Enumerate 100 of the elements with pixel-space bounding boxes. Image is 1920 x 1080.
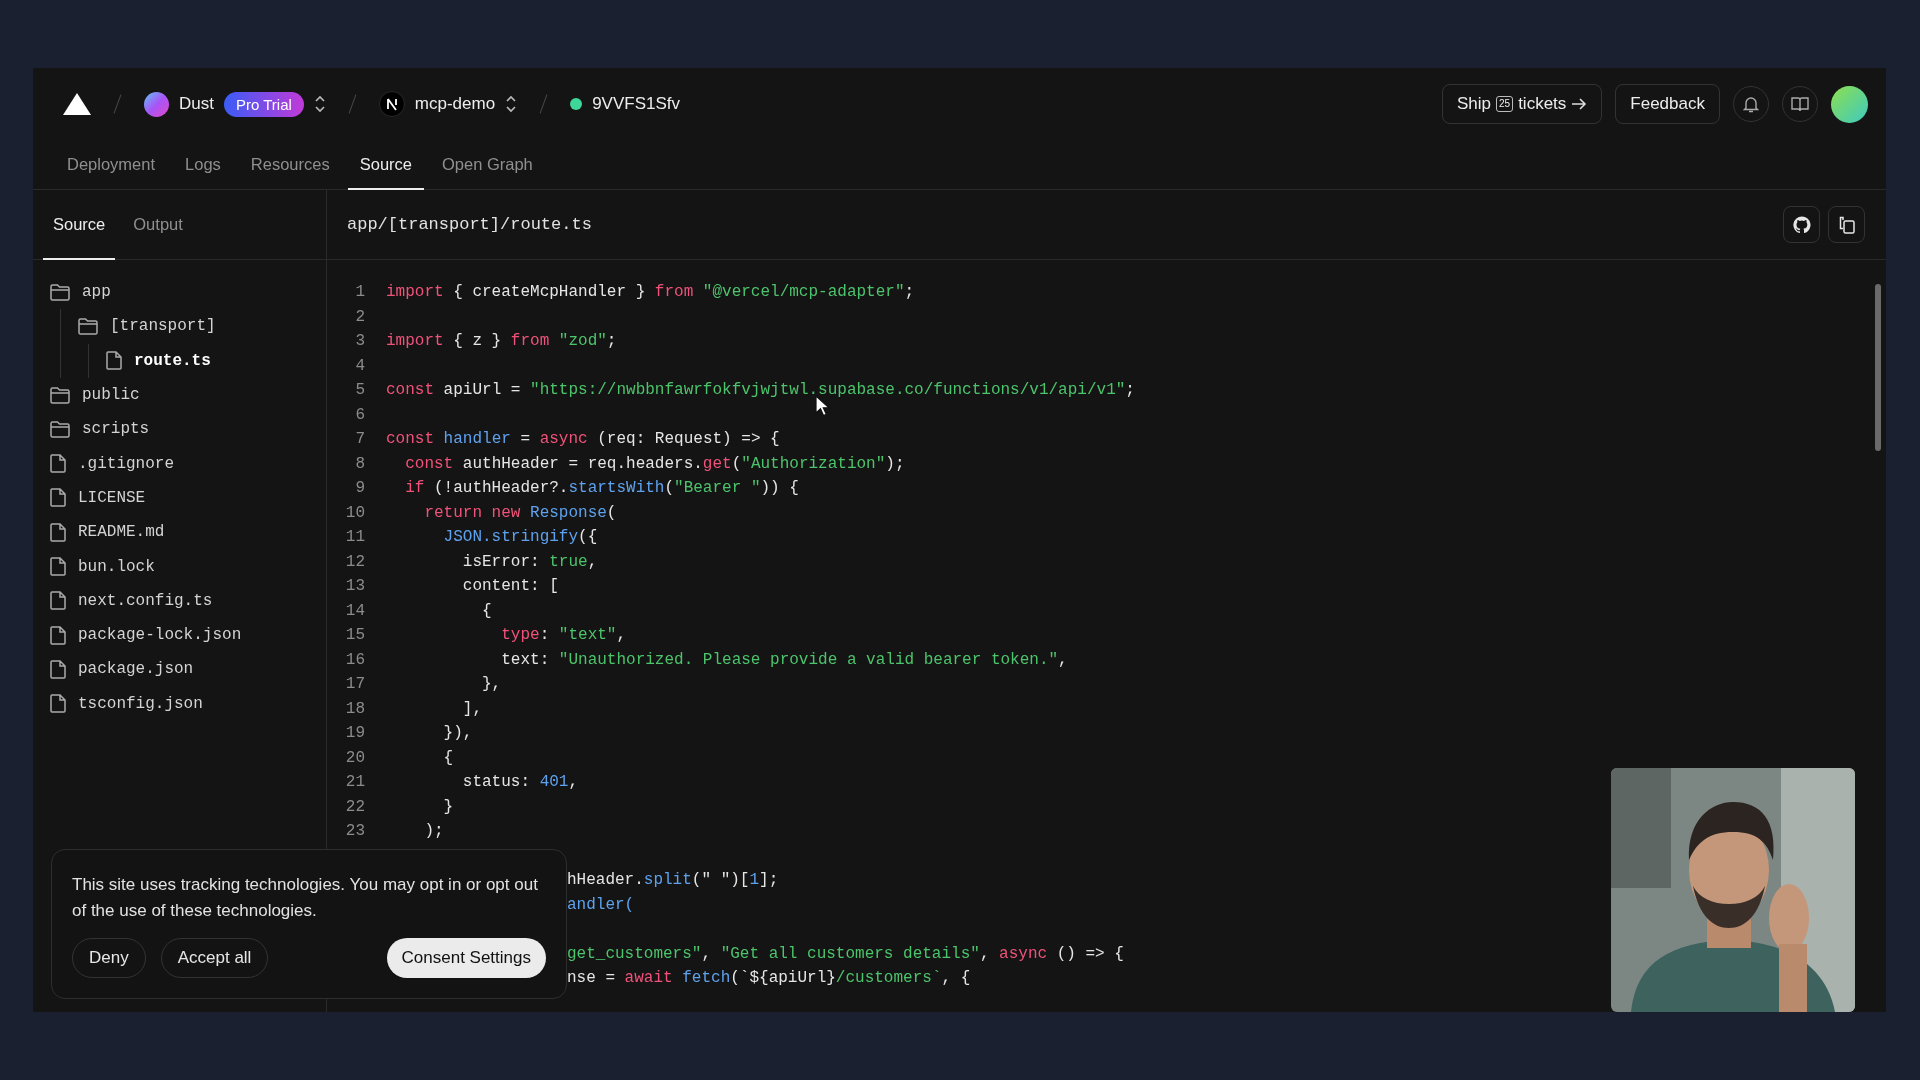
status-dot bbox=[570, 98, 583, 110]
line-number: 11 bbox=[344, 528, 365, 547]
line-number: 13 bbox=[344, 577, 365, 596]
file-icon bbox=[50, 557, 66, 576]
code-line: ); bbox=[423, 822, 444, 841]
code-line: const authHeader = req.headers.get("Authorization"); bbox=[404, 454, 905, 473]
tab[interactable]: Logs bbox=[173, 140, 233, 190]
file-item[interactable]: package.json bbox=[50, 652, 326, 687]
code-line: import { createMcpHandler } from "@vercel/mcp-adapter"; bbox=[386, 283, 915, 302]
copy-button[interactable] bbox=[1828, 206, 1865, 243]
team-avatar bbox=[144, 91, 169, 117]
copy-icon bbox=[1838, 215, 1855, 234]
folder-icon bbox=[50, 386, 70, 404]
folder-item[interactable]: app bbox=[50, 275, 326, 310]
tab[interactable]: Source bbox=[43, 190, 116, 260]
code-line: import { z } from "zod"; bbox=[386, 332, 617, 351]
project-name[interactable]: mcp-demo bbox=[414, 94, 496, 114]
user-avatar[interactable] bbox=[1831, 85, 1868, 123]
code-line: hHeader.split(" ")[1]; bbox=[567, 871, 779, 890]
folder-item[interactable]: scripts bbox=[50, 412, 326, 447]
code-line: JSON.stringify({ bbox=[442, 528, 598, 547]
line-number: 1 bbox=[354, 283, 365, 302]
tab[interactable]: Deployment bbox=[55, 140, 168, 190]
tab[interactable]: Resources bbox=[238, 140, 342, 190]
code-line: isError: true, bbox=[461, 552, 598, 571]
line-number: 12 bbox=[344, 552, 365, 571]
folder-icon bbox=[50, 283, 70, 301]
code-line: }), bbox=[442, 724, 473, 743]
file-icon bbox=[50, 694, 66, 714]
ticket-count: 25 bbox=[1496, 96, 1514, 112]
line-number: 8 bbox=[354, 454, 365, 473]
file-item[interactable]: LICENSE bbox=[50, 480, 326, 516]
cookie-message: This site uses tracking technologies. You may opt in or opt out of the use of these technologies. bbox=[72, 874, 539, 922]
line-number: 10 bbox=[344, 503, 365, 522]
file-item[interactable]: README.md bbox=[50, 515, 326, 550]
code-line: { bbox=[481, 601, 492, 620]
file-icon bbox=[50, 522, 66, 542]
folder-item[interactable]: [transport] bbox=[78, 309, 326, 344]
line-number: 2 bbox=[354, 307, 365, 326]
file-item[interactable]: bun.lock bbox=[50, 549, 326, 584]
line-number: 7 bbox=[354, 430, 365, 449]
file-path: app/[transport]/route.ts bbox=[347, 215, 592, 234]
cookie-button[interactable]: Consent Settings bbox=[386, 938, 546, 978]
line-number: 20 bbox=[344, 748, 365, 767]
line-number: 22 bbox=[344, 797, 365, 816]
feedback-button[interactable]: Feedback bbox=[1615, 84, 1720, 124]
file-icon bbox=[50, 625, 66, 645]
code-line: nse = await fetch(`${apiUrl}/customers`, { bbox=[567, 969, 971, 988]
github-button[interactable] bbox=[1783, 206, 1820, 243]
line-number: 17 bbox=[344, 675, 365, 694]
code-line: status: 401, bbox=[461, 773, 579, 792]
deployment-id[interactable]: 9VVFS1Sfv bbox=[592, 94, 680, 114]
logo-icon bbox=[63, 93, 91, 115]
line-number: 6 bbox=[354, 405, 365, 424]
code-line: text: "Unauthorized. Please provide a valid bearer token.", bbox=[500, 650, 1068, 669]
folder-icon bbox=[78, 317, 98, 335]
code-line: } bbox=[442, 797, 454, 816]
line-number: 14 bbox=[344, 601, 365, 620]
line-number: 9 bbox=[354, 479, 365, 498]
line-number: 4 bbox=[354, 356, 365, 375]
book-icon bbox=[1791, 96, 1809, 112]
code-line: }, bbox=[481, 675, 502, 694]
line-number: 21 bbox=[344, 773, 365, 792]
file-item[interactable]: tsconfig.json bbox=[50, 686, 326, 721]
code-line: return new Response( bbox=[423, 503, 617, 522]
code-line: const apiUrl = "https://nwbbnfawrfokfvjwjtwl.supabase.co/functions/v1/api/v1"; bbox=[386, 381, 1135, 400]
code-line: content: [ bbox=[461, 577, 559, 596]
folder-item[interactable]: public bbox=[50, 377, 326, 413]
file-icon bbox=[106, 351, 122, 371]
code-line: ], bbox=[461, 699, 482, 718]
mouse-cursor-icon bbox=[815, 395, 831, 417]
line-number: 16 bbox=[344, 650, 365, 669]
github-icon bbox=[1792, 215, 1811, 234]
team-name[interactable]: Dust bbox=[179, 94, 214, 114]
tab[interactable]: Output bbox=[123, 190, 193, 260]
arrow-right-icon bbox=[1571, 97, 1588, 111]
file-icon bbox=[50, 591, 66, 611]
file-icon bbox=[50, 488, 66, 508]
file-item[interactable]: next.config.ts bbox=[50, 583, 326, 618]
tab[interactable]: Open Graph bbox=[430, 140, 545, 190]
code-line: if (!authHeader?.startsWith("Bearer ")) { bbox=[404, 479, 799, 498]
file-item[interactable]: .gitignore bbox=[50, 446, 326, 481]
code-line: get_customers", "Get all customers details", async () => { bbox=[567, 944, 1124, 963]
line-number: 19 bbox=[344, 724, 365, 743]
folder-icon bbox=[50, 420, 70, 438]
scrollbar-thumb[interactable] bbox=[1875, 284, 1881, 451]
chevron-updown-icon[interactable] bbox=[505, 95, 518, 113]
file-item[interactable]: package-lock.json bbox=[50, 617, 326, 653]
line-number: 18 bbox=[344, 699, 365, 718]
file-icon bbox=[50, 454, 66, 474]
file-item[interactable]: route.ts bbox=[106, 343, 326, 378]
code-line: const handler = async (req: Request) => { bbox=[386, 430, 780, 449]
tab[interactable]: Source bbox=[347, 140, 424, 190]
code-line: { bbox=[442, 748, 454, 767]
plan-badge: Pro Trial bbox=[223, 91, 304, 117]
code-line: type: "text", bbox=[500, 626, 627, 645]
file-icon bbox=[50, 659, 66, 679]
ship-button[interactable]: Ship 25 tickets bbox=[1442, 84, 1603, 124]
chevron-updown-icon[interactable] bbox=[313, 95, 326, 113]
line-number: 15 bbox=[344, 626, 365, 645]
